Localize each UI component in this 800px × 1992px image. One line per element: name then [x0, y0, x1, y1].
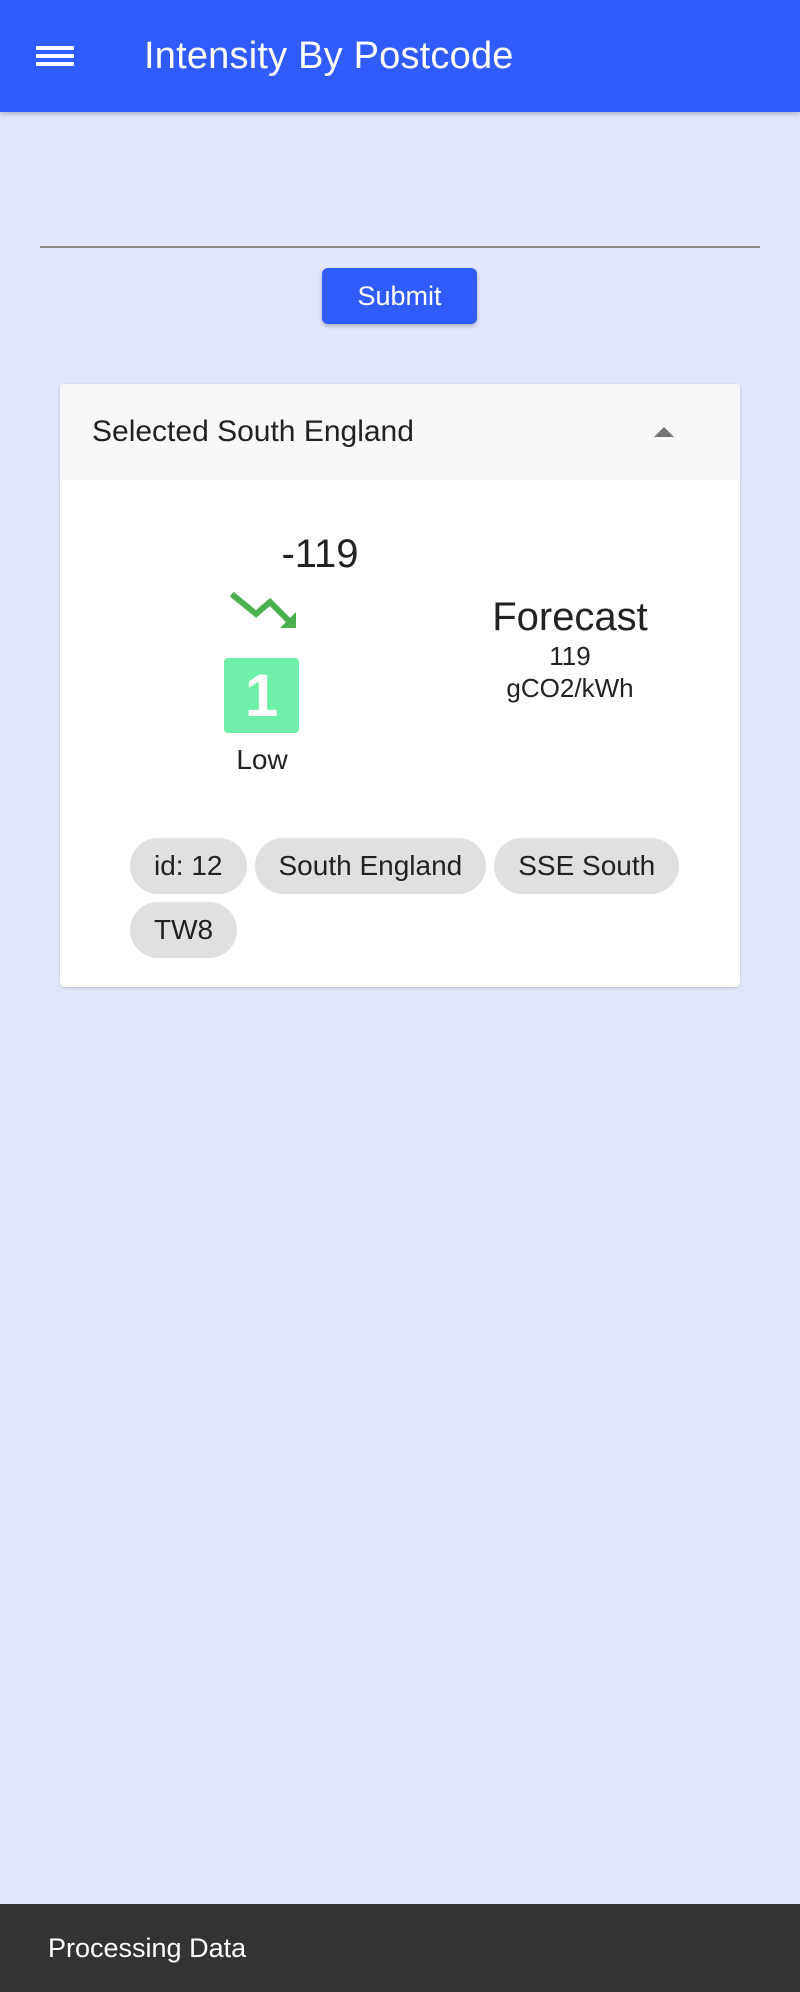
forecast-block: Forecast 119 gCO2/kWh [410, 594, 730, 704]
chip-region-id: id: 12 [130, 838, 247, 894]
result-card: Selected South England -119 1 Low Foreca… [60, 384, 740, 987]
card-header[interactable]: Selected South England [60, 384, 740, 480]
forecast-value: 119 [549, 641, 591, 671]
intensity-index-label: Low [236, 744, 288, 775]
hamburger-menu-icon[interactable] [36, 40, 76, 72]
app-title: Intensity By Postcode [144, 34, 514, 77]
forecast-title: Forecast [492, 595, 648, 639]
region-chips: id: 12 South England SSE South TW8 [130, 838, 690, 966]
intensity-delta: -119 [281, 532, 359, 576]
chip-region-name: South England [254, 838, 487, 894]
app-bar: Intensity By Postcode [0, 0, 800, 112]
trending-down-icon [230, 591, 296, 628]
forecast-unit: gCO2/kWh [506, 673, 634, 703]
postcode-input[interactable] [40, 200, 760, 248]
snackbar-message: Processing Data [48, 1932, 247, 1963]
snackbar: Processing Data [0, 1904, 800, 1992]
chip-dno: SSE South [494, 838, 680, 894]
chip-postcode: TW8 [130, 902, 238, 958]
submit-button[interactable]: Submit [322, 268, 477, 324]
caret-up-icon[interactable] [654, 427, 674, 437]
intensity-index-badge: 1 [224, 658, 299, 733]
card-header-label: Selected South England [92, 415, 414, 448]
